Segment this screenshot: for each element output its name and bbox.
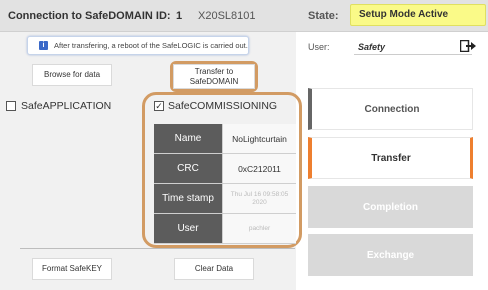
- user-label: User:: [308, 42, 330, 52]
- logout-icon[interactable]: [460, 40, 476, 52]
- user-value: Safety: [358, 42, 386, 52]
- table-row: User pachler: [154, 214, 296, 244]
- table-key: User: [154, 214, 223, 243]
- right-content: User: Safety Connection Transfer Complet…: [296, 0, 488, 290]
- safecommissioning-label: SafeCOMMISSIONING: [168, 100, 278, 112]
- safecommissioning-checkbox[interactable]: ✓ SafeCOMMISSIONING: [154, 100, 277, 112]
- user-underline: [354, 54, 472, 55]
- exchange-step-button[interactable]: Exchange: [308, 234, 473, 276]
- checkbox-box[interactable]: ✓: [154, 101, 164, 111]
- connection-label: Connection to SafeDOMAIN ID:: [8, 10, 171, 22]
- table-key: Name: [154, 124, 223, 153]
- completion-step-button[interactable]: Completion: [308, 186, 473, 228]
- table-key: Time stamp: [154, 184, 223, 213]
- commissioning-table: Name NoLightcurtain CRC 0xC212011 Time s…: [154, 124, 296, 244]
- connection-step-button[interactable]: Connection: [308, 88, 473, 130]
- device-id: X20SL8101: [198, 10, 256, 22]
- info-text: After transfering, a reboot of the SafeL…: [54, 41, 248, 50]
- format-safekey-button[interactable]: Format SafeKEY: [32, 258, 112, 280]
- table-value: 0xC212011: [223, 154, 296, 183]
- clear-data-button[interactable]: Clear Data: [174, 258, 254, 280]
- browse-button[interactable]: Browse for data: [32, 64, 112, 86]
- table-value: Thu Jul 16 09:58:05 2020: [223, 184, 296, 213]
- checkbox-box[interactable]: [6, 101, 16, 111]
- transfer-to-safedomain-button[interactable]: Transfer to SafeDOMAIN: [173, 64, 255, 89]
- connection-header: Connection to SafeDOMAIN ID: 1 X20SL8101: [0, 0, 296, 32]
- divider: [20, 248, 295, 249]
- safeapplication-label: SafeAPPLICATION: [21, 100, 112, 112]
- transfer-step-button[interactable]: Transfer: [308, 137, 473, 179]
- table-key: CRC: [154, 154, 223, 183]
- table-row: Name NoLightcurtain: [154, 124, 296, 154]
- domain-number: 1: [176, 10, 183, 22]
- info-banner: i After transfering, a reboot of the Saf…: [27, 36, 249, 55]
- table-value: NoLightcurtain: [223, 124, 296, 153]
- safeapplication-checkbox[interactable]: SafeAPPLICATION: [6, 100, 111, 112]
- table-value: pachler: [223, 214, 296, 243]
- info-icon: i: [39, 41, 48, 50]
- table-row: Time stamp Thu Jul 16 09:58:05 2020: [154, 184, 296, 214]
- table-row: CRC 0xC212011: [154, 154, 296, 184]
